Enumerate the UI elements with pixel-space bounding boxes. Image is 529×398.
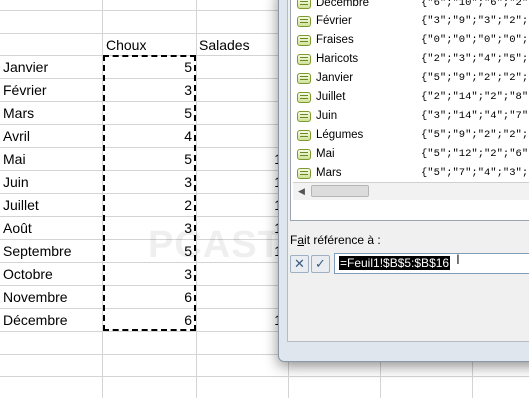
range-name: Fraises [316, 34, 354, 46]
scrollbar-thumb[interactable] [311, 185, 369, 197]
range-name: Légumes [316, 129, 364, 141]
range-value: {"3";"9";"3";"2";"1 [421, 15, 529, 27]
column-divider [102, 0, 103, 398]
named-range-icon [297, 73, 311, 84]
choux-value-cell[interactable]: 5 [104, 148, 194, 170]
choux-value-cell[interactable]: 4 [104, 125, 194, 147]
range-name: Haricots [316, 53, 359, 65]
month-cell[interactable]: Février [3, 79, 101, 101]
choux-value-cell[interactable]: 3 [104, 171, 194, 193]
dialog-body: Décembre {"6";"10";"6";"2";" Février {"3… [287, 0, 529, 342]
range-value: {"2";"14";"2";"8";" [421, 91, 529, 103]
row-divider [0, 376, 529, 377]
range-name: Mars [316, 167, 342, 179]
range-value: {"5";"9";"2";"2";"9 [421, 72, 529, 84]
choux-value-cell[interactable]: 3 [104, 263, 194, 285]
range-name: Juin [316, 110, 338, 122]
choux-value-cell[interactable]: 6 [104, 309, 194, 331]
named-range-icon [297, 111, 311, 122]
choux-value-cell[interactable]: 2 [104, 194, 194, 216]
names-list[interactable]: Décembre {"6";"10";"6";"2";" Février {"3… [290, 0, 529, 221]
range-name: Janvier [316, 72, 354, 84]
cancel-icon[interactable]: ✕ [290, 255, 309, 273]
choux-value-cell[interactable]: 3 [104, 79, 194, 101]
refers-to-value: =Feuil1!$B$5:$B$16 [339, 256, 451, 270]
month-cell[interactable]: Mars [3, 102, 101, 124]
check-icon[interactable]: ✓ [311, 255, 330, 273]
refers-to-label-rest: it référence à : [304, 233, 381, 247]
named-range-icon [297, 92, 311, 103]
month-cell[interactable]: Septembre [3, 240, 101, 262]
refers-to-label: Fait référence à : [290, 233, 381, 247]
month-cell[interactable]: Juillet [3, 194, 101, 216]
named-range-icon [297, 16, 311, 27]
range-value: {"5";"9";"2";"2";"9 [421, 129, 529, 141]
month-cell[interactable]: Janvier [3, 56, 101, 78]
name-manager-dialog: Décembre {"6";"10";"6";"2";" Février {"3… [278, 0, 529, 362]
choux-value-cell[interactable]: 5 [104, 102, 194, 124]
list-item[interactable]: Juillet {"2";"14";"2";"8";" [291, 88, 529, 107]
list-item[interactable]: Février {"3";"9";"3";"2";"1 [291, 12, 529, 31]
named-range-icon [297, 0, 311, 9]
month-cell[interactable]: Octobre [3, 263, 101, 285]
horizontal-scrollbar[interactable]: ◀ [293, 182, 529, 200]
range-name: Juillet [316, 91, 346, 103]
named-range-icon [297, 149, 311, 160]
named-range-icon [297, 168, 311, 179]
month-cell[interactable]: Avril [3, 125, 101, 147]
refers-to-input[interactable]: =Feuil1!$B$5:$B$16 [334, 253, 529, 274]
range-name: Mai [316, 148, 335, 160]
named-range-icon [297, 35, 311, 46]
scroll-left-icon[interactable]: ◀ [293, 183, 310, 200]
list-item[interactable]: Juin {"3";"14";"4";"7";" [291, 107, 529, 126]
choux-value-cell[interactable]: 5 [104, 240, 194, 262]
choux-value-cell[interactable]: 3 [104, 217, 194, 239]
list-item[interactable]: Mars {"5";"7";"4";"3";"9 [291, 164, 529, 183]
choux-value-cell[interactable]: 5 [104, 56, 194, 78]
column-header-choux[interactable]: Choux [106, 34, 146, 56]
month-cell[interactable]: Décembre [3, 309, 101, 331]
column-header-salades[interactable]: Salades [199, 34, 250, 56]
text-cursor-icon: I [456, 251, 460, 267]
named-range-icon [297, 54, 311, 65]
range-value: {"5";"12";"2";"6";" [421, 148, 529, 160]
month-cell[interactable]: Août [3, 217, 101, 239]
range-name: Février [316, 15, 352, 27]
list-item[interactable]: Janvier {"5";"9";"2";"2";"9 [291, 69, 529, 88]
list-item[interactable]: Haricots {"2";"3";"4";"5";"2 [291, 50, 529, 69]
range-value: {"5";"7";"4";"3";"9 [421, 167, 529, 179]
month-cell[interactable]: Mai [3, 148, 101, 170]
column-divider [196, 0, 197, 398]
range-value: {"2";"3";"4";"5";"2 [421, 53, 529, 65]
month-cell[interactable]: Novembre [3, 286, 101, 308]
list-item[interactable]: Fraises {"0";"0";"0";"0";"2 [291, 31, 529, 50]
named-range-icon [297, 130, 311, 141]
range-value: {"3";"14";"4";"7";" [421, 110, 529, 122]
list-item[interactable]: Mai {"5";"12";"2";"6";" [291, 145, 529, 164]
choux-value-cell[interactable]: 6 [104, 286, 194, 308]
month-cell[interactable]: Juin [3, 171, 101, 193]
range-value: {"0";"0";"0";"0";"2 [421, 34, 529, 46]
list-item[interactable]: Légumes {"5";"9";"2";"2";"9 [291, 126, 529, 145]
